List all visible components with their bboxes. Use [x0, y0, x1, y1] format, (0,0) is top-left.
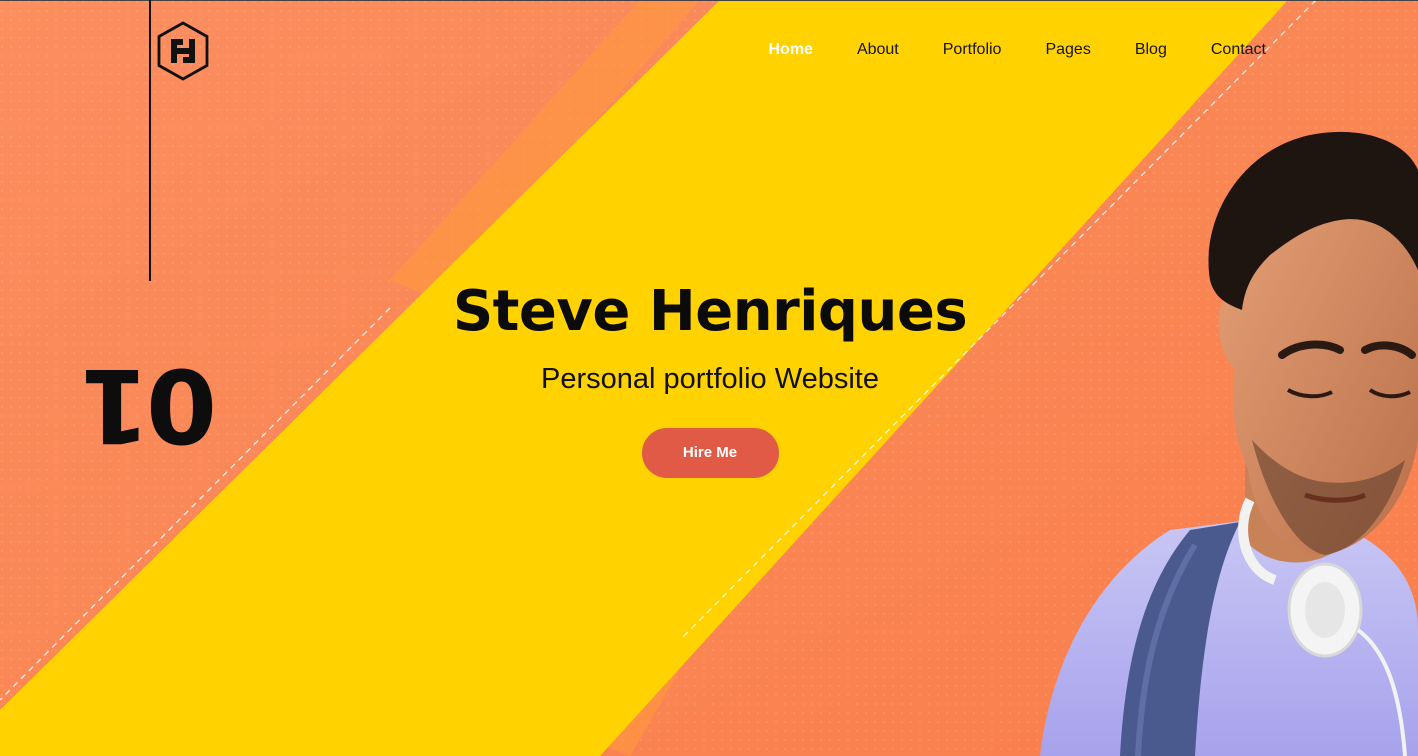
hero-title: Steve Henriques: [452, 279, 968, 344]
vertical-divider-line: [149, 0, 151, 281]
nav-item-about[interactable]: About: [835, 38, 921, 62]
nav-item-contact[interactable]: Contact: [1189, 38, 1288, 62]
hero-subtitle: Personal portfolio Website: [541, 363, 879, 395]
nav-item-portfolio[interactable]: Portfolio: [921, 38, 1024, 62]
nav-item-home[interactable]: Home: [746, 38, 834, 62]
hexagon-h-logo-icon[interactable]: [154, 20, 212, 82]
top-border: [0, 0, 1418, 1]
portrait-image: [1040, 131, 1418, 756]
slide-number: 01: [83, 345, 217, 464]
hire-me-button[interactable]: Hire Me: [641, 428, 779, 478]
main-navigation: Home About Portfolio Pages Blog Contact: [746, 38, 1288, 62]
hero-section: Steve Henriques Personal portfolio Websi…: [360, 276, 1060, 478]
nav-item-blog[interactable]: Blog: [1113, 38, 1189, 62]
nav-item-pages[interactable]: Pages: [1023, 38, 1112, 62]
